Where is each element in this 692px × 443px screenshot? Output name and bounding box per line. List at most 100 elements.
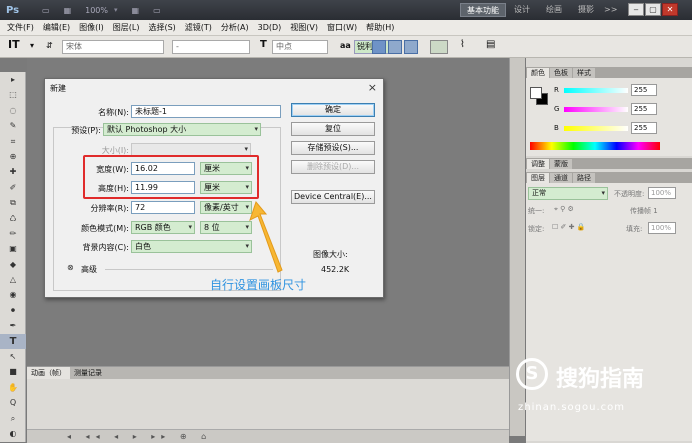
rotate-view-tool-icon[interactable]: Q xyxy=(0,395,26,410)
fill-field[interactable]: 100% xyxy=(648,222,676,234)
menu-filter[interactable]: 滤镜(T) xyxy=(185,22,212,33)
resolution-input[interactable]: 72 xyxy=(131,201,195,214)
device-central-button[interactable]: Device Central(E)... xyxy=(291,190,375,204)
menu-3d[interactable]: 3D(D) xyxy=(258,23,282,32)
shape-tool-icon[interactable]: ■ xyxy=(0,364,26,379)
lasso-tool-icon[interactable]: ◌ xyxy=(0,103,26,118)
tab-masks[interactable]: 蒙版 xyxy=(550,159,572,169)
move-tool-icon[interactable]: ▸ xyxy=(0,72,26,87)
color-spectrum[interactable] xyxy=(530,142,660,150)
type-tool-icon[interactable]: T xyxy=(0,333,26,350)
history-brush-tool-icon[interactable]: ♺ xyxy=(0,211,26,226)
ok-button[interactable]: 确定 xyxy=(291,103,375,117)
playback-controls[interactable]: ◂ ◂◂ ◂ ▸ ▸▸ ⊕ ⌂ xyxy=(27,429,509,443)
menu-file[interactable]: 文件(F) xyxy=(7,22,34,33)
font-family-select[interactable]: 宋体 xyxy=(62,40,164,54)
advanced-toggle-icon[interactable]: ⊗ xyxy=(67,263,74,272)
color-mode-select[interactable]: RGB 颜色 ▾ xyxy=(131,221,195,234)
foreground-swatch-top[interactable] xyxy=(530,87,542,99)
hand-tool-icon[interactable]: ✋ xyxy=(0,380,26,395)
tab-adjustments[interactable]: 调整 xyxy=(527,159,549,169)
chevron-down-icon: ▾ xyxy=(254,125,258,133)
menu-select[interactable]: 选择(S) xyxy=(148,22,175,33)
zoom-readout[interactable]: 100% xyxy=(85,6,108,15)
g-value-field[interactable]: 255 xyxy=(631,103,657,115)
text-tool-preset-icon[interactable]: IT xyxy=(8,39,20,53)
align-left-button[interactable] xyxy=(372,40,386,54)
gradient-tool-icon[interactable]: ▣ xyxy=(0,241,26,256)
warp-text-icon[interactable]: ⌇ xyxy=(460,39,465,53)
opacity-field[interactable]: 100% xyxy=(648,187,676,199)
menu-edit[interactable]: 编辑(E) xyxy=(43,22,70,33)
g-slider[interactable] xyxy=(564,107,628,112)
eraser-tool-icon[interactable]: ✏ xyxy=(0,226,26,241)
zoom-arrow-icon[interactable]: ▾ xyxy=(114,6,118,14)
pen-tool-icon[interactable]: ✒ xyxy=(0,318,26,333)
font-style-select[interactable]: - xyxy=(172,40,250,54)
r-slider[interactable] xyxy=(564,88,628,93)
tab-color[interactable]: 颜色 xyxy=(527,68,549,78)
burn-tool-icon[interactable]: ⚫ xyxy=(0,303,26,318)
tab-styles[interactable]: 样式 xyxy=(573,68,595,78)
arrange-icon[interactable]: ▦ xyxy=(132,6,140,15)
path-select-tool-icon[interactable]: ↖ xyxy=(0,349,26,364)
background-select[interactable]: 白色 ▾ xyxy=(131,240,252,253)
preset-arrow-icon[interactable]: ▾ xyxy=(30,40,34,54)
healing-tool-icon[interactable]: ✚ xyxy=(0,164,26,179)
dodge-tool-icon[interactable]: △ xyxy=(0,272,26,287)
menu-analysis[interactable]: 分析(A) xyxy=(221,22,249,33)
minimize-button[interactable]: ‒ xyxy=(628,3,644,16)
brush-tool-icon[interactable]: ✐ xyxy=(0,180,26,195)
save-preset-button[interactable]: 存储预设(S)... xyxy=(291,141,375,155)
menu-window[interactable]: 窗口(W) xyxy=(327,22,357,33)
advanced-label[interactable]: 高级 xyxy=(81,264,97,275)
menu-image[interactable]: 图像(I) xyxy=(79,22,104,33)
tab-layers[interactable]: 图层 xyxy=(527,173,549,183)
dialog-close-icon[interactable]: × xyxy=(368,81,377,94)
menu-help[interactable]: 帮助(H) xyxy=(366,22,394,33)
blur-tool-icon[interactable]: ◆ xyxy=(0,257,26,272)
workspace-design[interactable]: 设计 xyxy=(508,3,536,17)
b-value-field[interactable]: 255 xyxy=(631,122,657,134)
maximize-button[interactable]: ▢ xyxy=(645,3,661,16)
name-input[interactable]: 未标题-1 xyxy=(131,105,281,118)
preset-select[interactable]: 默认 Photoshop 大小 ▾ xyxy=(103,123,261,136)
sponge-tool-icon[interactable]: ◉ xyxy=(0,287,26,302)
color-panel-tabs: 颜色 色板 样式 xyxy=(526,67,692,78)
align-center-button[interactable] xyxy=(388,40,402,54)
r-value-field[interactable]: 255 xyxy=(631,84,657,96)
menu-layer[interactable]: 图层(L) xyxy=(113,22,140,33)
mini-bridge-icon[interactable]: ▦ xyxy=(64,6,72,15)
bridge-icon[interactable]: ▭ xyxy=(42,6,50,15)
font-size-select[interactable]: 中点 xyxy=(272,40,328,54)
menu-view[interactable]: 视图(V) xyxy=(290,22,318,33)
color-swatch-icon[interactable]: ◐ xyxy=(0,426,26,441)
g-label: G xyxy=(554,105,560,113)
lock-icons[interactable]: ☐ ✐ ✚ 🔒 xyxy=(552,223,585,231)
workspace-essentials[interactable]: 基本功能 xyxy=(460,3,506,17)
character-panel-icon[interactable]: ▤ xyxy=(486,39,495,53)
more-workspaces[interactable]: >> xyxy=(598,3,623,17)
clone-stamp-tool-icon[interactable]: ⧉ xyxy=(0,195,26,210)
unify-icons[interactable]: ⌖ ⚲ ⚙ xyxy=(554,205,574,214)
tab-swatches[interactable]: 色板 xyxy=(550,68,572,78)
reset-button[interactable]: 复位 xyxy=(291,122,375,136)
fill-label: 填充: xyxy=(626,225,643,233)
close-button[interactable]: ✕ xyxy=(662,3,678,16)
workspace-photo[interactable]: 摄影 xyxy=(572,3,600,17)
text-orientation-icon[interactable]: ⇵ xyxy=(46,40,53,54)
text-color-swatch[interactable] xyxy=(430,40,448,54)
b-slider[interactable] xyxy=(564,126,628,131)
tab-measurement-log[interactable]: 测量记录 xyxy=(70,367,106,379)
tab-paths[interactable]: 路径 xyxy=(573,173,595,183)
marquee-tool-icon[interactable]: ⬚ xyxy=(0,87,26,102)
screen-mode-icon[interactable]: ▭ xyxy=(153,6,161,15)
blend-mode-select[interactable]: 正常 ▾ xyxy=(528,187,608,200)
font-size-icon: T xyxy=(260,39,267,50)
workspace-paint[interactable]: 绘画 xyxy=(540,3,568,17)
zoom-tool-icon[interactable]: ⌕ xyxy=(0,411,26,426)
tab-channels[interactable]: 通道 xyxy=(550,173,572,183)
eyedropper-tool-icon[interactable]: ⊕ xyxy=(0,149,26,164)
align-right-button[interactable] xyxy=(404,40,418,54)
tab-animation[interactable]: 动画（帧） xyxy=(27,367,70,379)
